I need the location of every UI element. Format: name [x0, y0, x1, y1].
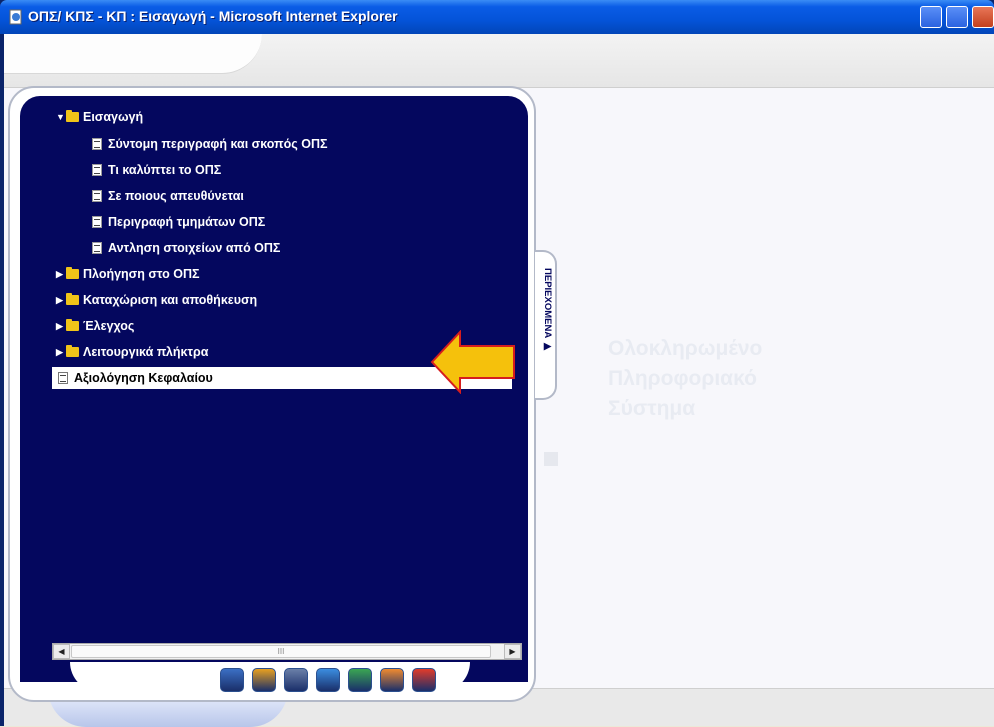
browser-window: ΟΠΣ/ ΚΠΣ - ΚΠ : Εισαγωγή - Microsoft Int… — [0, 0, 994, 727]
tree-item-label: Καταχώριση και αποθήκευση — [83, 293, 258, 307]
folder-open-icon — [66, 110, 79, 122]
pointer-arrow-icon — [430, 330, 515, 394]
scroll-left-button[interactable]: ◀ — [53, 644, 70, 659]
document-icon — [92, 164, 102, 176]
exercise-icon[interactable] — [348, 668, 372, 692]
exit-icon[interactable] — [412, 668, 436, 692]
home-icon[interactable] — [220, 668, 244, 692]
tree-item[interactable]: ▶ Πλοήγηση στο ΟΠΣ — [56, 263, 200, 285]
cube-icon[interactable] — [284, 668, 308, 692]
document-icon — [92, 242, 102, 254]
tree-item[interactable]: Σε ποιους απευθύνεται — [92, 185, 244, 207]
scroll-right-button[interactable]: ▶ — [504, 644, 521, 659]
search-icon[interactable] — [316, 668, 340, 692]
ie-page-icon — [9, 9, 22, 25]
tree-item[interactable]: Περιγραφή τμημάτων ΟΠΣ — [92, 211, 265, 233]
tree-item[interactable]: ▶ Λειτουργικά πλήκτρα — [56, 341, 208, 363]
help-icon[interactable] — [380, 668, 404, 692]
tree-item[interactable]: ▶ Καταχώριση και αποθήκευση — [56, 289, 257, 311]
collapsed-arrow-icon[interactable]: ▶ — [56, 269, 66, 280]
watermark-line-2: Πληροφοριακό — [608, 367, 757, 390]
tree-item-label: Πλοήγηση στο ΟΠΣ — [83, 267, 200, 281]
folder-icon — [66, 293, 79, 305]
document-icon — [92, 138, 102, 150]
maximize-button[interactable] — [946, 6, 968, 28]
folder-icon — [66, 319, 79, 331]
tree-item-label: Περιγραφή τμημάτων ΟΠΣ — [108, 215, 266, 229]
tree-item[interactable]: Σύντομη περιγραφή και σκοπός ΟΠΣ — [92, 133, 328, 155]
glossary-icon[interactable] — [252, 668, 276, 692]
header-strip — [4, 34, 994, 88]
document-icon — [92, 190, 102, 202]
document-icon — [92, 216, 102, 228]
tree-item[interactable]: Αντληση στοιχείων από ΟΠΣ — [92, 237, 280, 259]
watermark-line-3: Σύστημα — [608, 397, 696, 420]
tree-item[interactable]: ▶ Έλεγχος — [56, 315, 134, 337]
tree-item-label: Σε ποιους απευθύνεται — [108, 189, 244, 203]
folder-icon — [66, 267, 79, 279]
tree-item[interactable]: ▼ Εισαγωγή — [56, 106, 143, 128]
tree-item-label: Λειτουργικά πλήκτρα — [83, 345, 209, 359]
contents-tab-label[interactable]: ΠΕΡΙΕΧΟΜΕΝΑ ▶ — [541, 268, 553, 388]
watermark-logo — [544, 452, 558, 466]
collapsed-arrow-icon[interactable]: ▶ — [56, 347, 66, 358]
minimize-button[interactable] — [920, 6, 942, 28]
tree-item-label: Αντληση στοιχείων από ΟΠΣ — [108, 241, 281, 255]
tree-item[interactable]: Τι καλύπτει το ΟΠΣ — [92, 159, 221, 181]
scroll-thumb[interactable]: III — [71, 645, 491, 658]
tree-item-label: Τι καλύπτει το ΟΠΣ — [108, 163, 222, 177]
window-title: ΟΠΣ/ ΚΠΣ - ΚΠ : Εισαγωγή - Microsoft Int… — [28, 8, 398, 24]
tree-item-label: Αξιολόγηση Κεφαλαίου — [74, 371, 213, 385]
folder-icon — [66, 345, 79, 357]
collapsed-arrow-icon[interactable]: ▶ — [56, 321, 66, 332]
watermark-line-1: Ολοκληρωμένο — [608, 337, 763, 360]
tree-item-label: Εισαγωγή — [83, 110, 144, 124]
horizontal-scrollbar[interactable]: ◀ III ▶ — [52, 643, 522, 660]
document-icon — [58, 372, 68, 384]
title-bar: ΟΠΣ/ ΚΠΣ - ΚΠ : Εισαγωγή - Microsoft Int… — [0, 0, 994, 34]
close-button[interactable] — [972, 6, 994, 28]
tree-item-label: Έλεγχος — [83, 319, 135, 333]
tree-item-label: Σύντομη περιγραφή και σκοπός ΟΠΣ — [108, 137, 328, 151]
expanded-arrow-icon[interactable]: ▼ — [56, 112, 66, 122]
watermark-text: Ολοκληρωμένο Πληροφοριακό Σύστημα — [608, 334, 762, 424]
collapsed-arrow-icon[interactable]: ▶ — [56, 295, 66, 306]
